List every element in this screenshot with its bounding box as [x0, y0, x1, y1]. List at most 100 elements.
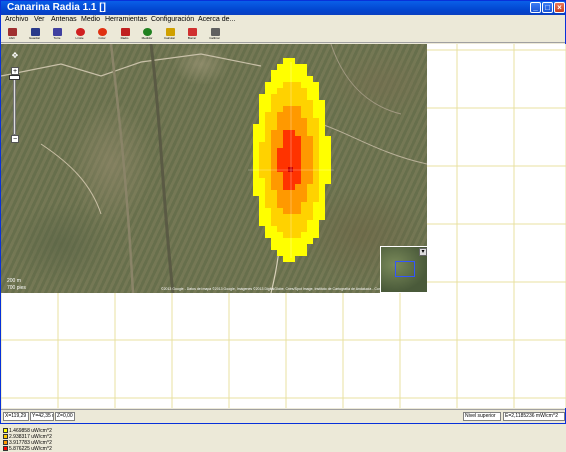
- heatmap-cell: [325, 142, 331, 148]
- pan-control-icon[interactable]: ✥: [5, 49, 25, 63]
- heatmap-cell: [277, 136, 283, 142]
- heatmap-cell: [259, 100, 265, 106]
- heatmap-cell: [325, 148, 331, 154]
- overview-toggle-button[interactable]: ▾: [419, 248, 427, 256]
- heatmap-cell: [295, 250, 301, 256]
- overview-map[interactable]: ▾: [380, 246, 427, 293]
- heatmap-cell: [277, 160, 283, 166]
- heatmap-cell: [301, 184, 307, 190]
- menu-acerca-de[interactable]: Acerca de...: [198, 16, 235, 23]
- heatmap-cell: [313, 202, 319, 208]
- heatmap-cell: [277, 244, 283, 250]
- overview-viewport[interactable]: [395, 261, 415, 277]
- heatmap-cell: [265, 112, 271, 118]
- toolbar-calculate-button[interactable]: Calcular: [161, 27, 179, 42]
- heatmap-cell: [301, 130, 307, 136]
- heatmap-cell: [259, 202, 265, 208]
- heatmap-cell: [295, 76, 301, 82]
- heatmap-cell: [295, 118, 301, 124]
- legend-swatch: [3, 446, 8, 451]
- terrain-roads: [1, 44, 427, 293]
- title-bar[interactable]: Canarina Radia 1.1 [] _ □ ×: [1, 1, 565, 15]
- save-icon: [30, 28, 40, 36]
- toolbar-meter-button[interactable]: Medidor: [138, 27, 156, 42]
- heatmap-cell: [265, 136, 271, 142]
- menu-ver[interactable]: Ver: [34, 16, 45, 23]
- toolbar-label: Calibrar: [209, 36, 220, 40]
- heatmap-cell: [271, 124, 277, 130]
- heatmap-cell: [295, 106, 301, 112]
- heatmap-overlay: [248, 58, 334, 262]
- minimize-button[interactable]: _: [530, 2, 541, 13]
- heatmap-cell: [271, 232, 277, 238]
- heatmap-cell: [271, 184, 277, 190]
- heatmap-cell: [271, 238, 277, 244]
- toolbar-radio-button[interactable]: Radio: [116, 27, 134, 42]
- heatmap-cell: [277, 88, 283, 94]
- map-features: [1, 44, 427, 293]
- heatmap-cell: [301, 118, 307, 124]
- heatmap-cell: [277, 76, 283, 82]
- toolbar-tower-button[interactable]: Torre: [48, 27, 66, 42]
- heatmap-cell: [283, 244, 289, 250]
- heatmap-cell: [319, 124, 325, 130]
- map-area[interactable]: ✥ + − 200 m 700 pies ©2013 Google - Dato…: [1, 44, 566, 452]
- heatmap-cell: [307, 130, 313, 136]
- heatmap-cell: [313, 112, 319, 118]
- heatmap-cell: [271, 130, 277, 136]
- heatmap-cell: [283, 148, 289, 154]
- menu-herramientas[interactable]: Herramientas: [105, 16, 147, 23]
- heatmap-cell: [259, 196, 265, 202]
- heatmap-cell: [289, 172, 295, 178]
- heatmap-cell: [277, 220, 283, 226]
- heatmap-cell: [301, 76, 307, 82]
- toolbar-label: Guardar: [28, 36, 40, 40]
- zoom-slider-handle[interactable]: [9, 75, 20, 80]
- open-icon: [8, 28, 17, 36]
- toolbar-label: Limite: [75, 36, 84, 40]
- toolbar-save-button[interactable]: Guardar: [26, 27, 44, 42]
- toolbar-limit-button[interactable]: Limite: [71, 27, 89, 42]
- toolbar-label: Torre: [53, 36, 61, 40]
- heatmap-cell: [289, 118, 295, 124]
- close-button[interactable]: ×: [554, 2, 565, 13]
- heatmap-cell: [319, 166, 325, 172]
- toolbar-erase-button[interactable]: Borrar: [183, 27, 201, 42]
- heatmap-cell: [295, 70, 301, 76]
- heatmap-cell: [307, 124, 313, 130]
- toolbar-label: Radio: [120, 36, 129, 40]
- heatmap-cell: [295, 136, 301, 142]
- heatmap-cell: [289, 94, 295, 100]
- heatmap-cell: [277, 226, 283, 232]
- heatmap-cell: [289, 256, 295, 262]
- menu-archivo[interactable]: Archivo: [5, 16, 28, 23]
- menu-configuracion[interactable]: Configuración: [151, 16, 194, 23]
- heatmap-cell: [283, 136, 289, 142]
- satellite-map[interactable]: ✥ + − 200 m 700 pies ©2013 Google - Dato…: [1, 44, 427, 293]
- heatmap-cell: [283, 100, 289, 106]
- heatmap-cell: [301, 238, 307, 244]
- heatmap-cell: [325, 160, 331, 166]
- zoom-out-button[interactable]: −: [11, 135, 19, 143]
- heatmap-cell: [253, 124, 259, 130]
- heatmap-cell: [295, 184, 301, 190]
- toolbar-open-button[interactable]: Abrir: [3, 27, 21, 42]
- heatmap-cell: [313, 190, 319, 196]
- status-y: Y=42,35 m: [30, 412, 54, 421]
- heatmap-cell: [313, 172, 319, 178]
- heatmap-cell: [253, 130, 259, 136]
- calculate-icon: [165, 28, 175, 36]
- menu-antenas[interactable]: Antenas: [51, 16, 77, 23]
- heatmap-cell: [295, 190, 301, 196]
- heatmap-cell: [295, 64, 301, 70]
- heatmap-cell: [295, 112, 301, 118]
- heatmap-cell: [313, 88, 319, 94]
- heatmap-cell: [301, 112, 307, 118]
- toolbar-calibrate-button[interactable]: Calibrar: [206, 27, 224, 42]
- menu-medio[interactable]: Medio: [81, 16, 100, 23]
- heatmap-cell: [295, 166, 301, 172]
- toolbar-color-button[interactable]: Color: [93, 27, 111, 42]
- heatmap-cell: [295, 148, 301, 154]
- zoom-in-button[interactable]: +: [11, 67, 19, 75]
- maximize-button[interactable]: □: [542, 2, 553, 13]
